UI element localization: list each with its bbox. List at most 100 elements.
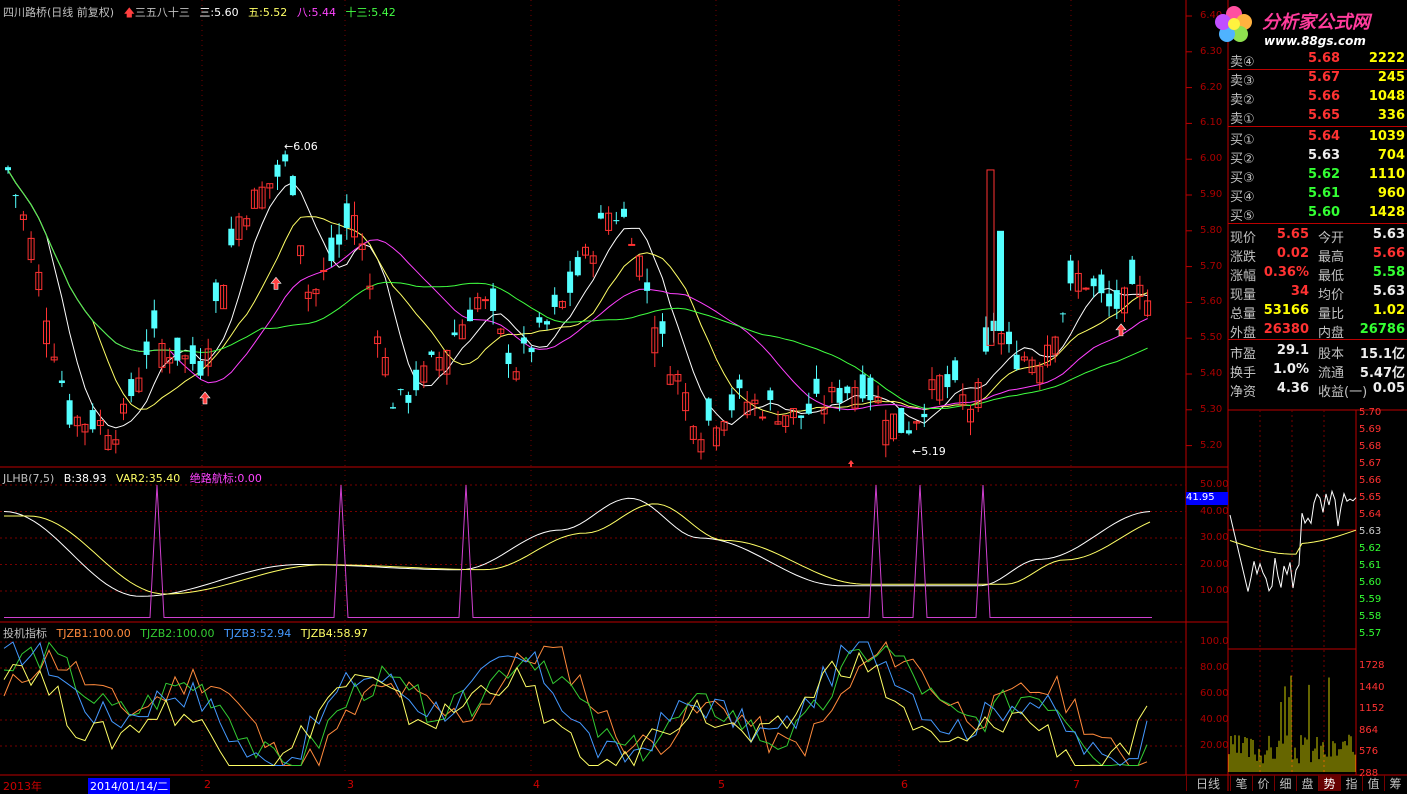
candle-body-down [921,413,928,418]
candle-body-down [1006,331,1012,345]
stat-value: 1.02 [1372,303,1405,318]
candle-body-down [551,294,558,307]
jlhb-juelu: 绝路航标:0.00 [189,472,262,485]
month-label: 5 [718,778,725,791]
stat-value: 26380 [1263,322,1309,337]
stat-value: 53166 [1263,303,1309,318]
tab-0[interactable]: 笔 [1230,775,1252,791]
tjzb-axis-tick: 100.0 [1200,636,1229,647]
ma13-value: 十三:5.42 [345,6,396,19]
mini-price-tick: 5.67 [1359,458,1382,469]
buy-arrow-icon [199,391,211,405]
buy-volume: 960 [1377,186,1405,201]
tjzb3-value: TJZB3:52.94 [224,627,292,640]
buy-row: 买⑤ 5.60 1428 [1228,204,1407,224]
jlhb-axis-tick: 10.00 [1200,585,1229,596]
mini-price-tick: 5.68 [1359,441,1382,452]
candle-body-up [628,243,636,246]
tjzb2-line [3,641,1148,766]
stat-value: 5.63 [1372,284,1405,299]
fund-row: 净资 4.36 收益(一) 0.05 [1228,380,1407,400]
tjzb-name: 投机指标 [3,627,47,640]
mini-volume-tick: 576 [1359,746,1379,757]
price-axis-tick: 5.50 [1200,332,1223,344]
candle-body-down [397,389,404,391]
sell-row: 卖① 5.65 336 [1228,107,1407,127]
stat-row: 涨跌 0.02 最高 5.66 [1228,245,1407,265]
tjzb4-value: TJZB4:58.97 [300,627,368,640]
date-cursor[interactable]: 2014/01/14/二 [88,778,171,794]
buy-level-label: 买⑤ [1230,209,1255,224]
tjzb4-line [3,651,1148,767]
mini-price-tick: 5.58 [1359,611,1382,622]
candle-body-up [481,299,489,302]
tab-2[interactable]: 细 [1274,775,1296,791]
tab-1[interactable]: 价 [1252,775,1274,791]
tab-6[interactable]: 值 [1362,775,1384,791]
tjzb-axis-tick: 20.00 [1200,740,1229,751]
chart-header: 四川路桥(日线 前复权) 🡅三五八十三 三:5.60 五:5.52 八:5.44… [3,4,402,23]
tjzb-axis-tick: 60.00 [1200,688,1229,699]
candle-body-down [613,220,620,222]
candle-body-up [320,270,328,273]
candle-body-down [274,164,281,177]
candle-body-down [705,398,712,421]
buy-level-label: 买③ [1230,171,1255,186]
candle-body-down [413,369,420,391]
sell-volume: 1048 [1368,89,1405,104]
tab-3[interactable]: 盘 [1296,775,1318,791]
candle-body-down [767,390,774,401]
candlesticks [5,150,1152,460]
stat-row: 总量 53166 量比 1.02 [1228,302,1407,322]
month-label: 2 [204,778,211,791]
price-axis-tick: 5.90 [1200,189,1223,200]
tab-4[interactable]: 势 [1318,775,1340,791]
ma13-line [7,169,1148,409]
buy-volume: 1110 [1368,167,1405,182]
buy-level-label: 买② [1230,152,1255,167]
candle-body-down [728,394,735,411]
stat-label: 涨幅 [1230,269,1257,284]
ma8-value: 八:5.44 [296,6,337,19]
candle-body-down [1098,274,1105,294]
up-arrow-icon: 🡅 [123,6,135,19]
mini-volume-tick: 864 [1359,724,1379,736]
fund-value: 4.36 [1276,381,1309,396]
candle-body-down [836,387,843,403]
buy-row: 买② 5.63 704 [1228,147,1407,167]
stock-title: 四川路桥(日线 前复权) [3,6,115,19]
stat-value: 5.66 [1372,246,1405,261]
candle-body-down [944,374,951,388]
fund-value: 0.05 [1372,381,1405,396]
stat-label: 现价 [1230,231,1257,246]
candle-body-down [805,403,812,414]
tab-7[interactable]: 筹 [1384,775,1406,791]
candle-body-down [490,288,497,311]
stat-label: 今开 [1318,231,1345,246]
mini-price-tick: 5.57 [1359,628,1382,639]
sell-row: 卖④ 5.68 2222 [1228,50,1407,70]
moving-average-lines [7,169,1148,429]
sell-volume: 2222 [1368,51,1405,66]
candle-body-down [1106,293,1113,307]
candle-body-down [997,230,1004,332]
sell-level-label: 卖④ [1230,55,1255,70]
candle-body-down [58,380,65,384]
jlhb-header: JLHB(7,5) B:38.93 VAR2:35.40 绝路航标:0.00 [3,470,268,486]
kline-chart-canvas[interactable] [0,0,1407,791]
candle-body-down [336,234,343,245]
tab-period[interactable]: 日线 [1186,775,1229,791]
stat-value: 26786 [1359,322,1405,337]
candle-body-down [151,310,158,329]
tjzb-axis-tick: 40.00 [1200,714,1229,725]
ma5-line [7,169,1148,416]
candle-body-down [505,352,512,365]
mini-price-tick: 5.63 [1359,526,1382,537]
buy-volume: 704 [1377,148,1405,163]
tjzb-indicator-lines [3,640,1148,767]
tab-5[interactable]: 指 [1340,775,1362,791]
candle-body-down [798,415,805,418]
price-axis-tick: 6.10 [1200,117,1223,129]
sell-row: 卖③ 5.67 245 [1228,69,1407,89]
ma5-value: 五:5.52 [248,6,288,19]
